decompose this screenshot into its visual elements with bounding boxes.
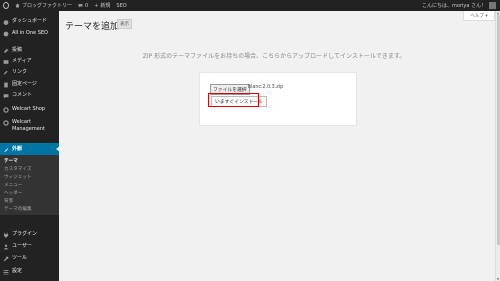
brush-icon <box>4 147 8 152</box>
sidebar-item-label: コメント <box>12 92 33 98</box>
wrench-icon <box>3 256 9 262</box>
browse-button[interactable]: 表示 <box>117 19 132 29</box>
wordpress-logo-icon[interactable] <box>0 0 12 11</box>
sidebar-item-label: ユーザー <box>12 243 32 249</box>
upload-instructions: ZIP 形式のテーマファイルをお持ちの場合、こちらからアップロードしてインストー… <box>142 53 406 60</box>
sidebar-item-label: Welcart Shop <box>12 106 46 112</box>
upload-form: ファイルを選択 blanc.2.0.3.zip いますぐインストール <box>199 72 357 126</box>
page-icon <box>4 82 8 88</box>
sidebar-item-label: 投稿 <box>12 47 23 53</box>
submenu-item-customize[interactable]: カスタマイズ <box>4 166 31 172</box>
sidebar-item-label: ダッシュボード <box>12 18 48 24</box>
link-icon <box>3 70 8 75</box>
comment-icon <box>3 94 9 99</box>
sidebar-item-appearance[interactable]: 外観 <box>0 143 60 155</box>
seo-link[interactable]: SEO <box>113 0 129 11</box>
comments-link[interactable]: 0 <box>75 0 91 11</box>
sidebar-item-welcart-management[interactable]: Welcart Management <box>0 119 59 133</box>
home-icon <box>15 3 20 8</box>
new-label: 新規 <box>100 3 111 9</box>
new-content-link[interactable]: + 新規 <box>91 0 113 11</box>
help-tab[interactable]: ヘルプ ▾ <box>463 11 495 21</box>
sidebar-item-label: リンク <box>12 69 28 75</box>
plugin-icon <box>3 232 9 238</box>
user-icon <box>3 244 9 250</box>
comment-bubble-icon <box>78 4 83 8</box>
account-menu[interactable]: こんにちは、moriya さん！ <box>422 0 496 11</box>
pin-icon <box>4 48 9 53</box>
submenu-item-header[interactable]: ヘッダー <box>4 190 22 196</box>
sidebar-item-pages[interactable]: 固定ページ <box>0 81 59 88</box>
submenu-item-theme-editor[interactable]: テーマの編集 <box>4 206 32 212</box>
admin-sidebar: ダッシュボード All in One SEO 投稿 メディア リンク 固定ページ… <box>0 11 60 281</box>
dashboard-icon <box>3 20 9 25</box>
sidebar-item-users[interactable]: ユーザー <box>0 243 59 250</box>
seo-label: SEO <box>116 2 127 9</box>
gear-icon <box>3 107 9 113</box>
appearance-submenu: テーマ カスタマイズ ウィジェット メニュー ヘッダー 背景 テーマの編集 <box>0 155 59 215</box>
sidebar-item-dashboard[interactable]: ダッシュボード <box>0 18 59 25</box>
sidebar-item-links[interactable]: リンク <box>0 69 59 76</box>
site-name-link[interactable]: ブロッグファクトリー <box>12 0 75 11</box>
sidebar-item-seo[interactable]: All in One SEO <box>0 30 59 37</box>
submenu-item-background[interactable]: 背景 <box>4 198 13 204</box>
page-title: テーマを追加 <box>65 22 120 32</box>
gear-icon <box>3 120 9 126</box>
submenu-item-themes[interactable]: テーマ <box>4 158 18 164</box>
sidebar-item-label: Welcart Management <box>12 119 45 132</box>
admin-bar: ブロッグファクトリー 0 + 新規 SEO こんにちは、moriya さん！ <box>0 0 500 11</box>
sidebar-item-comments[interactable]: コメント <box>0 92 59 99</box>
sidebar-item-settings[interactable]: 設定 <box>0 268 59 275</box>
sidebar-item-plugins[interactable]: プラグイン <box>0 231 59 238</box>
sidebar-item-welcart-shop[interactable]: Welcart Shop <box>0 106 59 113</box>
sidebar-item-label: 設定 <box>12 268 23 274</box>
selected-file-name: blanc.2.0.3.zip <box>248 85 284 90</box>
sidebar-item-media[interactable]: メディア <box>0 58 59 65</box>
main-content: ヘルプ ▾ テーマを追加 表示 ZIP 形式のテーマファイルをお持ちの場合、こち… <box>59 11 500 281</box>
sidebar-item-tools[interactable]: ツール <box>0 255 59 262</box>
site-name: ブロッグファクトリー <box>22 3 73 9</box>
comments-count: 0 <box>85 2 89 9</box>
submenu-item-menus[interactable]: メニュー <box>4 182 22 188</box>
sidebar-item-label: メディア <box>12 58 32 64</box>
submenu-item-widgets[interactable]: ウィジェット <box>4 174 32 180</box>
sidebar-item-label: プラグイン <box>12 231 38 237</box>
plus-icon: + <box>94 2 99 9</box>
sidebar-item-label: 固定ページ <box>12 81 37 87</box>
sidebar-item-label: ツール <box>12 255 28 261</box>
sidebar-item-label: All in One SEO <box>12 30 48 36</box>
scrollbar[interactable]: ▲ ▼ <box>495 11 500 281</box>
seo-icon <box>3 31 9 37</box>
avatar <box>489 2 496 9</box>
sidebar-item-label: 外観 <box>12 145 23 152</box>
highlight-box <box>208 93 259 107</box>
scroll-down-icon[interactable]: ▼ <box>496 277 500 281</box>
greeting: こんにちは、moriya さん！ <box>422 3 486 9</box>
media-icon <box>3 60 9 64</box>
sidebar-item-posts[interactable]: 投稿 <box>0 47 59 54</box>
settings-icon <box>3 270 9 275</box>
